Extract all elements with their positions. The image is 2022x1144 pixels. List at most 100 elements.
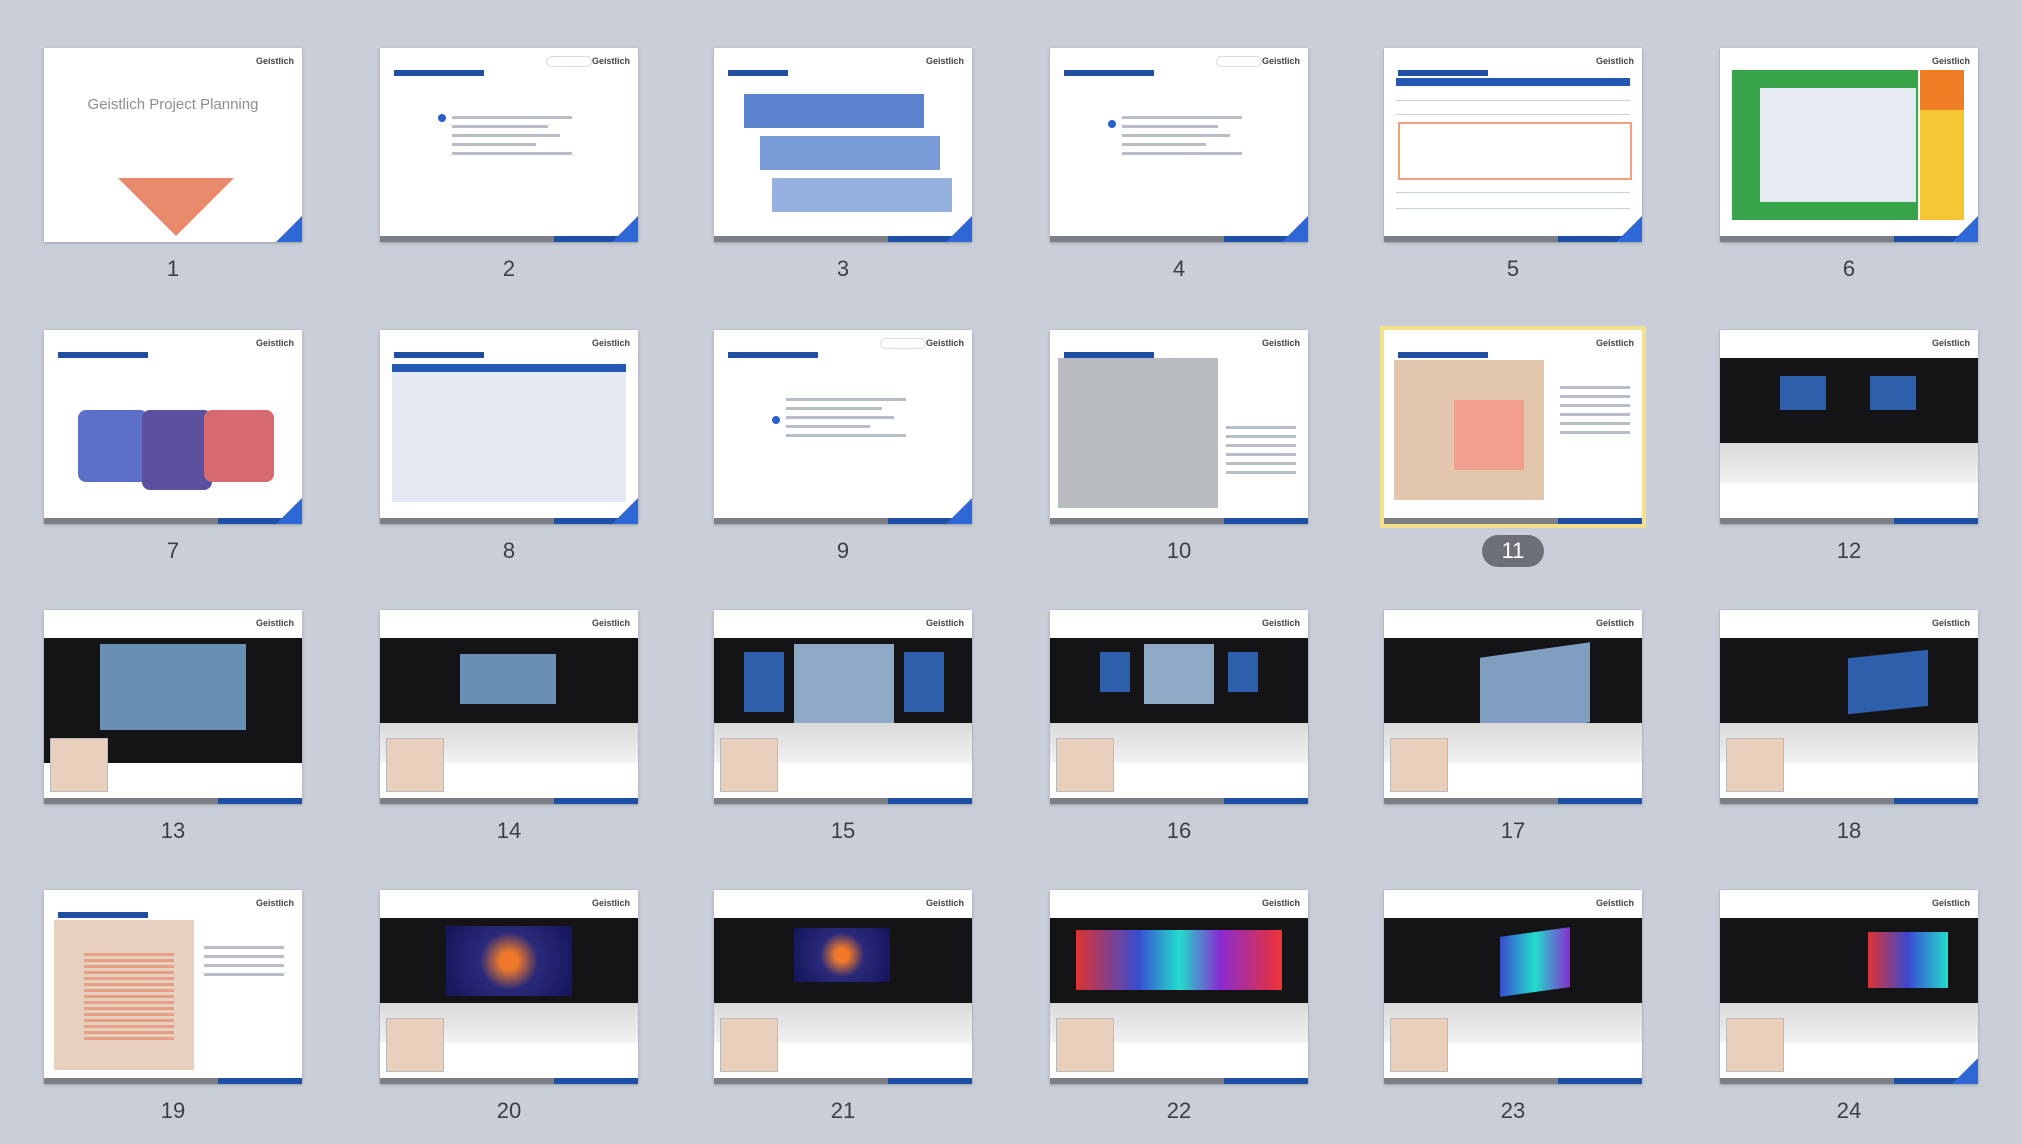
table-header: [1396, 78, 1630, 86]
slide-thumbnail-11[interactable]: Geistlich 11: [1380, 326, 1646, 567]
slide-thumbnail-12[interactable]: Geistlich 12: [1720, 330, 1978, 563]
slide-heading-bar: [1398, 352, 1488, 358]
slide-thumbnail-23[interactable]: Geistlich 23: [1384, 890, 1642, 1123]
slide-thumbnail-6[interactable]: Geistlich 6: [1720, 48, 1978, 281]
slide-preview[interactable]: Geistlich: [1384, 890, 1642, 1084]
slide-thumbnail-19[interactable]: Geistlich 19: [44, 890, 302, 1123]
slide-preview-selected[interactable]: Geistlich: [1380, 326, 1646, 528]
slide-thumbnail-14[interactable]: Geistlich 14: [380, 610, 638, 843]
slide-footer: [44, 1078, 302, 1084]
brand-logo: Geistlich: [591, 338, 630, 348]
slide-preview[interactable]: Geistlich: [1720, 48, 1978, 242]
seating: [1720, 443, 1978, 483]
slide-number: 16: [1166, 818, 1192, 843]
slide-preview[interactable]: Geistlich: [44, 610, 302, 804]
slide-preview[interactable]: Geistlich: [1050, 610, 1308, 804]
slide-number: 19: [160, 1098, 186, 1123]
mini-map: [386, 738, 444, 792]
slide-thumbnail-8[interactable]: Geistlich 8: [380, 330, 638, 563]
slide-preview[interactable]: Geistlich: [44, 330, 302, 524]
slide-thumbnail-22[interactable]: Geistlich 22: [1050, 890, 1308, 1123]
slide-thumbnail-5[interactable]: Geistlich 5: [1384, 48, 1642, 281]
slide-thumbnail-2[interactable]: Geistlich 2: [380, 48, 638, 281]
table-row: [1396, 104, 1630, 115]
table-row: [1396, 90, 1630, 101]
brand-logo: Geistlich: [255, 338, 294, 348]
text-lines: [204, 940, 284, 982]
brand-logo: Geistlich: [1931, 338, 1970, 348]
slide-preview[interactable]: Geistlich: [1384, 610, 1642, 804]
mini-map: [50, 738, 108, 792]
slide-thumbnail-21[interactable]: Geistlich 21: [714, 890, 972, 1123]
partner-logo: [1216, 56, 1262, 67]
slide-thumbnail-20[interactable]: Geistlich 20: [380, 890, 638, 1123]
slide-preview[interactable]: Geistlich: [380, 890, 638, 1084]
slide-number: 3: [836, 256, 850, 281]
brand-logo: Geistlich: [1595, 898, 1634, 908]
slide-preview[interactable]: Geistlich: [1384, 48, 1642, 242]
text-lines: [1560, 380, 1630, 440]
slide-thumbnail-3[interactable]: Geistlich 3: [714, 48, 972, 281]
slide-thumbnail-1[interactable]: Geistlich Geistlich Project Planning 1: [44, 48, 302, 281]
slide-preview[interactable]: Geistlich: [1720, 330, 1978, 524]
mini-map: [386, 1018, 444, 1072]
corner-accent-icon: [612, 216, 638, 242]
brand-logo: Geistlich: [1595, 56, 1634, 66]
slide-preview[interactable]: Geistlich: [380, 610, 638, 804]
yellow-column: [1920, 110, 1964, 220]
brand-logo: Geistlich: [1931, 898, 1970, 908]
slide-thumbnail-15[interactable]: Geistlich 15: [714, 610, 972, 843]
corner-accent-icon: [1282, 216, 1308, 242]
slide-number: 8: [502, 538, 516, 563]
highlight-box: [1398, 122, 1632, 180]
slide-heading-bar: [728, 70, 788, 76]
slide-preview[interactable]: Geistlich: [714, 330, 972, 524]
slide-thumbnail-10[interactable]: Geistlich 10: [1050, 330, 1308, 563]
brand-logo: Geistlich: [1931, 56, 1970, 66]
table-header: [392, 364, 626, 372]
slide-preview[interactable]: Geistlich: [1050, 890, 1308, 1084]
slide-preview[interactable]: Geistlich: [380, 330, 638, 524]
slide-preview[interactable]: Geistlich: [1720, 610, 1978, 804]
slide-preview[interactable]: Geistlich: [714, 48, 972, 242]
slide-preview[interactable]: Geistlich: [380, 48, 638, 242]
table-row: [1396, 198, 1630, 209]
corner-accent-icon: [276, 498, 302, 524]
slide-thumbnail-24[interactable]: Geistlich 24: [1720, 890, 1978, 1123]
slide-thumbnail-17[interactable]: Geistlich 17: [1384, 610, 1642, 843]
slide-number: 13: [160, 818, 186, 843]
side-screen: [904, 652, 944, 712]
slide-thumbnail-18[interactable]: Geistlich 18: [1720, 610, 1978, 843]
slide-footer: [1384, 236, 1642, 242]
slide-thumbnail-16[interactable]: Geistlich 16: [1050, 610, 1308, 843]
main-screen: [1500, 927, 1570, 997]
slide-footer: [1050, 236, 1308, 242]
slide-thumbnail-13[interactable]: Geistlich 13: [44, 610, 302, 843]
table-body: [392, 372, 626, 502]
slide-preview[interactable]: Geistlich: [44, 890, 302, 1084]
text-lines: [786, 392, 906, 443]
slide-thumbnail-9[interactable]: Geistlich 9: [714, 330, 972, 563]
slide-number: 17: [1500, 818, 1526, 843]
slide-footer: [1384, 518, 1642, 524]
slide-preview[interactable]: Geistlich: [714, 610, 972, 804]
slide-footer: [714, 518, 972, 524]
slide-preview[interactable]: Geistlich: [1050, 48, 1308, 242]
main-screen: [794, 644, 894, 730]
slide-preview[interactable]: Geistlich: [1720, 890, 1978, 1084]
brand-logo: Geistlich: [1261, 618, 1300, 628]
table-row: [1396, 182, 1630, 193]
bullet-icon: [1108, 120, 1116, 128]
corner-accent-icon: [276, 216, 302, 242]
main-screen: [446, 926, 572, 996]
org-block: [78, 410, 148, 482]
slide-preview[interactable]: Geistlich Geistlich Project Planning: [44, 48, 302, 242]
slide-number: 21: [830, 1098, 856, 1123]
slide-thumbnail-7[interactable]: Geistlich 7: [44, 330, 302, 563]
slide-heading-bar: [1398, 70, 1488, 76]
mini-map: [1390, 738, 1448, 792]
slide-preview[interactable]: Geistlich: [1050, 330, 1308, 524]
mini-map: [1726, 738, 1784, 792]
slide-thumbnail-4[interactable]: Geistlich 4: [1050, 48, 1308, 281]
slide-preview[interactable]: Geistlich: [714, 890, 972, 1084]
